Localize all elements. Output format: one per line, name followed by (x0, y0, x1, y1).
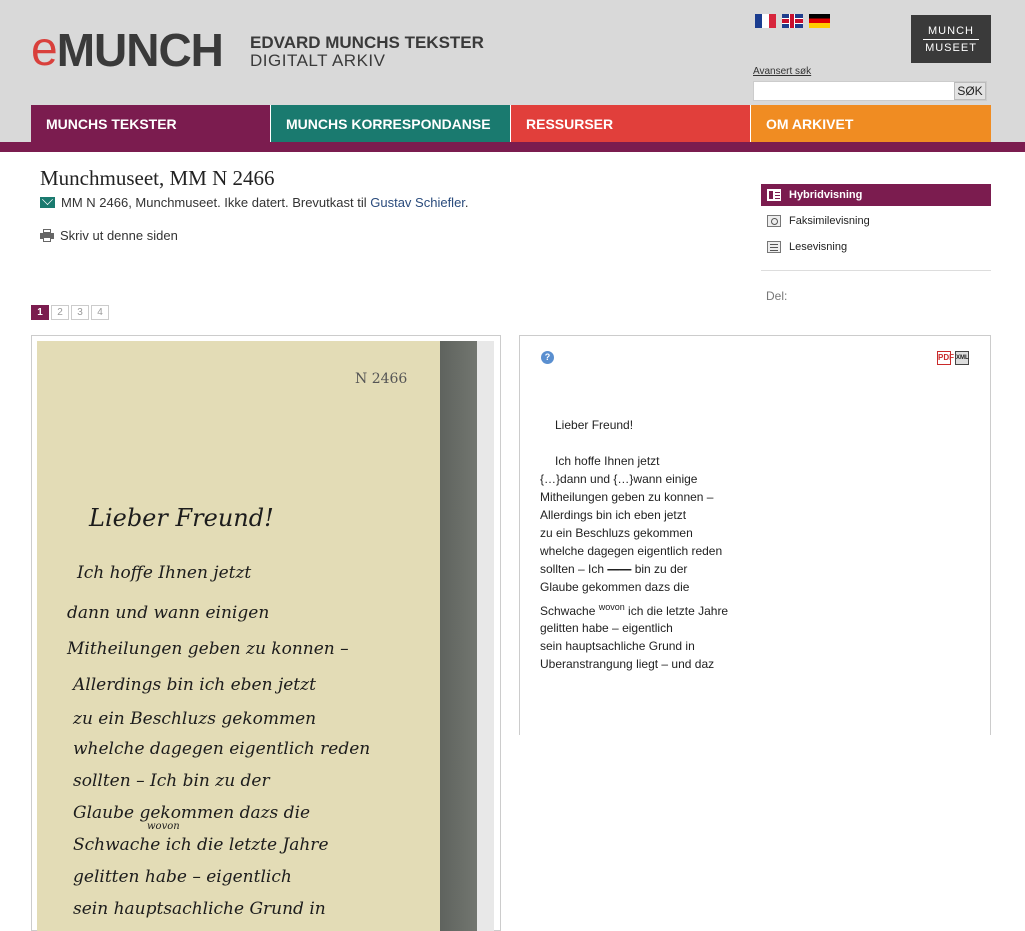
french-flag-icon[interactable] (755, 14, 776, 28)
xml-icon[interactable]: XML (955, 351, 969, 365)
advanced-search-link[interactable]: Avansert søk (753, 66, 811, 77)
manuscript-paper: N 2466 Lieber Freund! Ich hoffe Ihnen je… (37, 341, 440, 931)
handwriting-line: Schwache ich die letzte Jahre (73, 835, 329, 855)
letter-icon (40, 197, 55, 208)
view-option-reading[interactable]: Lesevisning (761, 236, 991, 258)
transcription-line: zu ein Beschluzs gekommen (540, 526, 693, 540)
handwriting-line: sein hauptsachliche Grund in (73, 899, 326, 919)
paper-shadow (440, 341, 477, 931)
nav-munchs-tekster[interactable]: MUNCHS TEKSTER (31, 105, 270, 143)
recipient-link[interactable]: Gustav Schiefler (370, 195, 465, 210)
page-button-2[interactable]: 2 (51, 305, 69, 320)
transcription-segment: sollten – Ich (540, 562, 608, 576)
transcription-segment: bin zu der (631, 562, 688, 576)
view-option-facsimile[interactable]: Faksimilevisning (761, 210, 991, 232)
search-button[interactable]: SØK (954, 82, 986, 100)
insertion-superscript: wovon (598, 602, 625, 612)
transcription-line: sein hauptsachliche Grund in (540, 639, 695, 653)
deletion-mark: ―― (607, 562, 632, 576)
main-nav: MUNCHS TEKSTER MUNCHS KORRESPONDANSE RES… (31, 105, 991, 143)
archive-number: N 2466 (355, 371, 408, 387)
logo-subtitle-line2: DIGITALT ARKIV (250, 51, 386, 70)
transcription-line: whelche dagegen eigentlich reden (540, 544, 723, 558)
header-accent-bar (0, 142, 1025, 152)
page-button-4[interactable]: 4 (91, 305, 109, 320)
handwriting-line: Allerdings bin ich eben jetzt (73, 675, 316, 695)
pdf-icon[interactable]: PDF (937, 351, 954, 365)
page-button-1[interactable]: 1 (31, 305, 49, 320)
handwriting-line: Glaube gekommen dazs die (73, 803, 311, 823)
transcription-segment: Schwache (540, 604, 599, 618)
view-option-label: Lesevisning (789, 241, 848, 253)
page-button-3[interactable]: 3 (71, 305, 89, 320)
handwriting-insertion: wovon (147, 821, 180, 832)
document-meta: MM N 2466, Munchmuseet. Ikke datert. Bre… (40, 195, 469, 210)
document-meta-end: . (464, 195, 469, 210)
page-pager: 1 2 3 4 (31, 305, 109, 320)
transcription-line: Ich hoffe Ihnen jetzt (555, 454, 660, 468)
transcription-line: gelitten habe – eigentlich (540, 621, 673, 635)
german-flag-icon[interactable] (809, 14, 830, 28)
hybrid-view-icon (767, 189, 781, 201)
handwriting-line: Mitheilungen geben zu konnen – (67, 639, 349, 659)
reading-view-icon (767, 241, 781, 253)
transcription-greeting: Lieber Freund! (555, 418, 634, 432)
transcription-line: Glaube gekommen dazs die (540, 580, 690, 594)
transcription-segment: ich die letzte Jahre (624, 604, 729, 618)
facsimile-scrollbar[interactable] (477, 341, 494, 931)
facsimile-image[interactable]: N 2466 Lieber Freund! Ich hoffe Ihnen je… (37, 341, 477, 931)
view-option-hybrid[interactable]: Hybridvisning (761, 184, 991, 206)
logo-subtitle: EDVARD MUNCHS TEKSTER DIGITALT ARKIV (250, 34, 484, 70)
transcription-line: Uberanstrangung liegt – und daz (540, 657, 715, 671)
munch-museet-logo[interactable]: MUNCH MUSEET (911, 15, 991, 63)
nav-ressurser[interactable]: RESSURSER (510, 105, 750, 143)
emunch-logo[interactable]: e MUNCH (31, 23, 224, 76)
print-link[interactable]: Skriv ut denne siden (40, 228, 178, 243)
transcription-line: sollten – Ich ―― bin zu der (540, 562, 687, 576)
search-input[interactable] (753, 81, 953, 101)
share-label: Del: (766, 289, 788, 303)
logo-munch: MUNCH (56, 24, 224, 76)
nav-om-arkivet[interactable]: OM ARKIVET (750, 105, 991, 143)
help-icon[interactable]: ? (541, 351, 554, 364)
transcription-line: Schwache wovon ich die letzte Jahre (540, 602, 728, 618)
handwriting-line: gelitten habe – eigentlich (73, 867, 292, 887)
handwriting-line: Ich hoffe Ihnen jetzt (77, 563, 252, 583)
transcription-line: {…}dann und {…}wann einige (540, 472, 698, 486)
handwriting-line: Lieber Freund! (89, 504, 274, 532)
view-options: Hybridvisning Faksimilevisning Lesevisni… (761, 184, 991, 262)
museum-logo-line2: MUSEET (925, 42, 977, 54)
language-flags (755, 14, 830, 28)
print-label: Skriv ut denne siden (60, 228, 178, 243)
transcription-line: Mitheilungen geben zu konnen – (540, 490, 714, 504)
handwriting-line: zu ein Beschluzs gekommen (73, 709, 317, 729)
document-meta-text: MM N 2466, Munchmuseet. Ikke datert. Bre… (61, 195, 367, 210)
transcription-line: Allerdings bin ich eben jetzt (540, 508, 687, 522)
handwriting-line: sollten – Ich bin zu der (73, 771, 270, 791)
sidebar-divider (761, 270, 991, 271)
museum-logo-line1: MUNCH (928, 25, 974, 37)
museum-logo-divider (923, 39, 979, 40)
logo-subtitle-line1: EDVARD MUNCHS TEKSTER (250, 33, 484, 52)
facsimile-view-icon (767, 215, 781, 227)
nav-munchs-korrespondanse[interactable]: MUNCHS KORRESPONDANSE (270, 105, 510, 143)
view-option-label: Hybridvisning (789, 189, 863, 201)
uk-flag-icon[interactable] (782, 14, 803, 28)
page-title: Munchmuseet, MM N 2466 (40, 166, 275, 190)
handwriting-line: dann und wann einigen (67, 603, 270, 623)
logo-e: e (31, 23, 58, 76)
handwriting-line: whelche dagegen eigentlich reden (73, 739, 371, 759)
view-option-label: Faksimilevisning (789, 215, 870, 227)
printer-icon (40, 229, 54, 242)
